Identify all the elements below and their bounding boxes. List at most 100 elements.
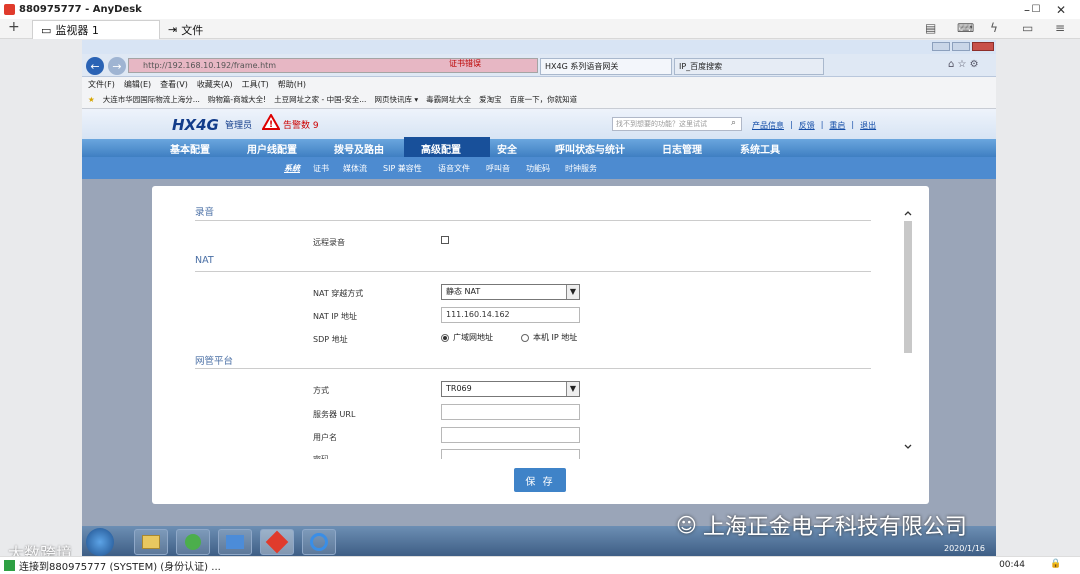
chat-icon[interactable]: ▤ bbox=[925, 21, 936, 35]
remote-record-checkbox[interactable] bbox=[441, 236, 449, 244]
subnav-media[interactable]: 媒体流 bbox=[343, 163, 367, 174]
subnav-feature-code[interactable]: 功能码 bbox=[526, 163, 550, 174]
maximize-icon[interactable]: ☐ bbox=[1027, 0, 1045, 19]
feature-search-input[interactable]: 找不到想要的功能？这里试试 bbox=[612, 117, 742, 131]
nat-ip-input[interactable]: 111.160.14.162 bbox=[441, 307, 580, 323]
chevron-down-icon: ▼ bbox=[566, 382, 579, 396]
start-button-icon[interactable] bbox=[86, 528, 114, 556]
link-product-info[interactable]: 产品信息 bbox=[752, 120, 784, 131]
ie-minimize-icon[interactable] bbox=[932, 42, 950, 51]
fav-item[interactable]: 爱淘宝 bbox=[479, 94, 502, 105]
menu-edit[interactable]: 编辑(E) bbox=[124, 79, 151, 90]
anydesk-taskbar-icon[interactable] bbox=[260, 529, 294, 555]
cert-error-label[interactable]: 证书错误 bbox=[449, 58, 481, 69]
username-input[interactable] bbox=[441, 427, 580, 443]
tab-files-label: 文件 bbox=[181, 23, 204, 37]
ie-tab-baidu-label: IP_百度搜索 bbox=[679, 62, 723, 71]
alarm-count[interactable]: 告警数 9 bbox=[283, 118, 319, 131]
search-icon[interactable]: ⌕ bbox=[731, 118, 736, 128]
menu-favorites[interactable]: 收藏夹(A) bbox=[197, 79, 233, 90]
subnav-sip-compat[interactable]: SIP 兼容性 bbox=[383, 163, 422, 174]
anydesk-title: 880975777 - AnyDesk bbox=[19, 4, 142, 15]
display-icon[interactable]: ▭ bbox=[1022, 21, 1033, 35]
method-select[interactable]: TR069 ▼ bbox=[441, 381, 580, 397]
close-icon[interactable]: ✕ bbox=[1044, 0, 1078, 19]
sdp-local-radio[interactable]: 本机 IP 地址 bbox=[521, 332, 577, 343]
link-logout[interactable]: 退出 bbox=[860, 120, 876, 131]
ie-taskbar-icon[interactable] bbox=[302, 529, 336, 555]
nav-user-line[interactable]: 用户线配置 bbox=[247, 141, 297, 156]
section-divider bbox=[195, 271, 871, 272]
nav-security[interactable]: 安全 bbox=[497, 141, 517, 156]
favorites-bar: ★ 大连市华园国际物流上海分... 购物篇-商城大全! 土豆网址之家 - 中国-… bbox=[82, 91, 996, 109]
subnav-clock[interactable]: 时钟服务 bbox=[565, 163, 597, 174]
menu-tools[interactable]: 工具(T) bbox=[242, 79, 269, 90]
connection-status-icon bbox=[4, 560, 15, 571]
nav-basic-config[interactable]: 基本配置 bbox=[170, 141, 210, 156]
watermark-text: 上海正金电子科技有限公司 bbox=[702, 515, 967, 540]
menu-icon[interactable]: ≡ bbox=[1055, 21, 1065, 35]
tray-date: 2020/1/16 bbox=[944, 544, 986, 553]
sdp-wan-radio[interactable]: 广域网地址 bbox=[441, 332, 493, 343]
action-icon[interactable]: ϟ bbox=[990, 21, 998, 35]
fav-item[interactable]: 毒霸网址大全 bbox=[426, 94, 471, 105]
fav-item[interactable]: 网页快讯库 ▾ bbox=[374, 94, 418, 105]
subnav-cert[interactable]: 证书 bbox=[313, 163, 329, 174]
nat-mode-select[interactable]: 静态 NAT ▼ bbox=[441, 284, 580, 300]
menu-view[interactable]: 查看(V) bbox=[160, 79, 188, 90]
home-icon[interactable]: ⌂ ☆ ⚙ bbox=[948, 59, 979, 70]
config-scroll-area: 录音 远程录音 NAT NAT 穿越方式 静态 NAT ▼ NAT IP 地址 … bbox=[152, 196, 914, 459]
section-divider bbox=[195, 368, 871, 369]
sdp-address-label: SDP 地址 bbox=[313, 335, 348, 344]
favorites-star-icon[interactable]: ★ bbox=[88, 95, 95, 104]
nav-call-stats[interactable]: 呼叫状态与统计 bbox=[555, 141, 625, 156]
nav-dial-route[interactable]: 拨号及路由 bbox=[334, 141, 384, 156]
ie-restore-icon[interactable] bbox=[952, 42, 970, 51]
browser-360-icon[interactable] bbox=[176, 529, 210, 555]
radio-unselected-icon bbox=[521, 333, 529, 342]
lock-icon[interactable]: 🔒 bbox=[1050, 559, 1061, 569]
password-input[interactable] bbox=[441, 449, 580, 459]
section-mgmt-platform: 网管平台 bbox=[195, 356, 234, 367]
link-reboot[interactable]: 重启 bbox=[829, 120, 845, 131]
ie-menubar: 文件(F) 编辑(E) 查看(V) 收藏夹(A) 工具(T) 帮助(H) bbox=[82, 77, 996, 91]
ie-tab-gateway[interactable]: HX4G 系列语音网关 bbox=[540, 58, 672, 75]
menu-file[interactable]: 文件(F) bbox=[88, 79, 115, 90]
subnav-voice-files[interactable]: 语音文件 bbox=[438, 163, 470, 174]
main-nav bbox=[82, 139, 996, 157]
subnav-call-tone[interactable]: 呼叫音 bbox=[486, 163, 510, 174]
fav-item[interactable]: 百度一下，你就知道 bbox=[510, 94, 578, 105]
subnav-system[interactable]: 系统 bbox=[284, 163, 300, 174]
nat-mode-value: 静态 NAT bbox=[446, 287, 481, 296]
link-feedback[interactable]: 反馈 bbox=[799, 120, 815, 131]
sdp-radio-group: 广域网地址 本机 IP 地址 bbox=[441, 332, 601, 344]
back-icon[interactable]: ← bbox=[86, 57, 104, 75]
explorer-icon[interactable] bbox=[134, 529, 168, 555]
warning-icon: ! bbox=[262, 114, 280, 130]
ie-close-icon[interactable] bbox=[972, 42, 994, 51]
new-tab-icon[interactable]: + bbox=[8, 19, 20, 35]
save-button[interactable]: 保 存 bbox=[514, 468, 566, 492]
fav-item[interactable]: 大连市华园国际物流上海分... bbox=[103, 94, 200, 105]
fav-item[interactable]: 土豆网址之家 - 中国-安全... bbox=[274, 94, 366, 105]
forward-icon[interactable]: → bbox=[108, 57, 126, 75]
nav-log-mgmt[interactable]: 日志管理 bbox=[662, 141, 702, 156]
nat-mode-label: NAT 穿越方式 bbox=[313, 289, 364, 298]
anydesk-logo-icon bbox=[4, 4, 15, 15]
connection-status-text: 连接到880975777 (SYSTEM) (身份认证) ... bbox=[19, 562, 221, 573]
nav-advanced-config[interactable]: 高级配置 bbox=[421, 141, 461, 156]
wechat-icon: ☺ bbox=[676, 513, 697, 537]
scrollbar[interactable] bbox=[902, 207, 914, 455]
ie-tab-baidu[interactable]: IP_百度搜索 bbox=[674, 58, 824, 75]
tab-files[interactable]: ⇥ 文件 bbox=[160, 20, 290, 39]
tab-monitor[interactable]: ▭ 监视器 1 bbox=[32, 20, 160, 39]
keyboard-icon[interactable]: ⌨ bbox=[957, 21, 974, 35]
sdp-local-label: 本机 IP 地址 bbox=[533, 333, 578, 342]
server-url-input[interactable] bbox=[441, 404, 580, 420]
fav-item[interactable]: 购物篇-商城大全! bbox=[208, 94, 266, 105]
ie-tab-gateway-label: HX4G 系列语音网关 bbox=[545, 62, 619, 71]
network-tool-icon[interactable] bbox=[218, 529, 252, 555]
svg-text:!: ! bbox=[269, 120, 273, 130]
nav-system-tools[interactable]: 系统工具 bbox=[740, 141, 780, 156]
menu-help[interactable]: 帮助(H) bbox=[278, 79, 306, 90]
